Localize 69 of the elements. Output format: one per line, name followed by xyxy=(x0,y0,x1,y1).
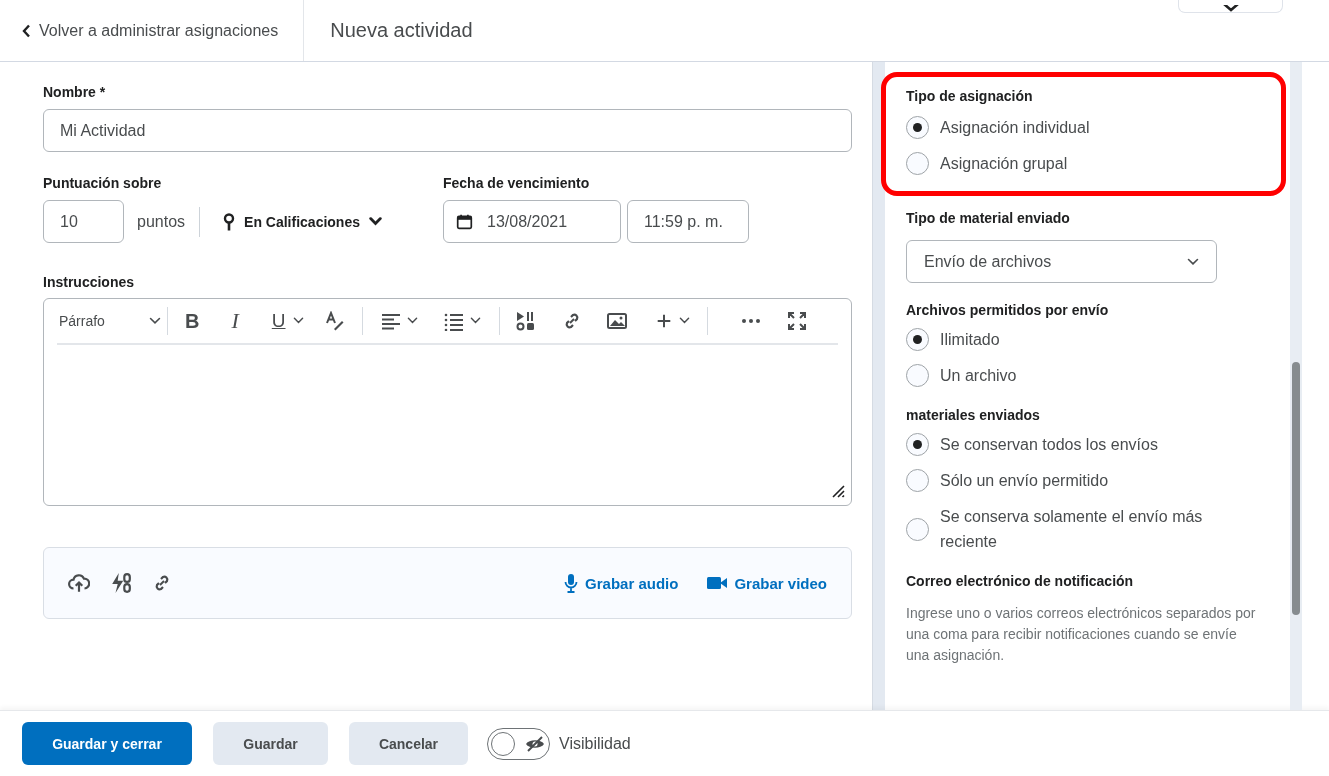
radio-option[interactable]: Un archivo xyxy=(906,363,1269,388)
scrollbar-thumb[interactable] xyxy=(1292,362,1300,615)
grades-menu[interactable]: En Calificaciones xyxy=(223,212,382,231)
media-icon[interactable] xyxy=(515,311,536,331)
rich-text-editor[interactable]: Párrafo B I U xyxy=(43,298,852,506)
section-title: Correo electrónico de notificación xyxy=(906,573,1135,589)
radio-button[interactable] xyxy=(906,116,929,139)
radio-option[interactable]: Se conserva solamente el envío más reciente xyxy=(906,504,1269,554)
video-camera-icon xyxy=(707,577,728,589)
chevron-down-icon xyxy=(406,317,418,325)
image-icon[interactable] xyxy=(606,311,627,331)
microphone-icon xyxy=(564,573,579,593)
radio-button[interactable] xyxy=(906,364,929,387)
italic-button[interactable]: I xyxy=(231,308,239,334)
radio-button[interactable] xyxy=(906,152,929,175)
field-label: Puntuación sobre xyxy=(43,175,163,191)
score-field[interactable]: 10 xyxy=(43,200,124,243)
chevron-down-icon xyxy=(369,217,382,226)
section-title: Archivos permitidos por envío xyxy=(906,302,1110,318)
unit-label: puntos xyxy=(137,212,186,231)
help-text: Ingrese uno o varios correos electrónicos separados por una coma para recibir notificaciones cuando se envíe una asignación. xyxy=(906,604,1256,665)
radio-button[interactable] xyxy=(906,433,929,456)
chevron-down-icon xyxy=(469,317,481,325)
chevron-down-icon xyxy=(678,317,690,325)
field-label: Instrucciones xyxy=(43,274,136,290)
time-field[interactable]: 11:59 p. m. xyxy=(627,200,749,243)
pin-icon xyxy=(223,212,236,231)
resize-handle-icon[interactable] xyxy=(832,485,845,498)
radio-option[interactable]: Sólo un envío permitido xyxy=(906,468,1269,493)
radio-option[interactable]: Asignación grupal xyxy=(906,151,1269,176)
underline-button[interactable]: U xyxy=(271,310,304,332)
back-link[interactable]: Volver a administrar asignaciones xyxy=(0,0,305,61)
chevron-down-icon xyxy=(1187,257,1199,266)
bold-button[interactable]: B xyxy=(185,309,200,333)
eye-slash-icon xyxy=(525,735,545,752)
radio-option[interactable]: Se conservan todos los envíos xyxy=(906,432,1269,457)
name-field[interactable]: Mi Actividad xyxy=(43,109,852,152)
radio-option[interactable]: Ilimitado xyxy=(906,327,1269,352)
chevron-left-icon xyxy=(22,23,31,38)
record-video-link[interactable]: Grabar video xyxy=(707,574,827,592)
chevron-down-icon xyxy=(149,317,161,325)
save-close-button[interactable]: Guardar y cerrar xyxy=(22,722,192,765)
quicklink-icon[interactable] xyxy=(110,572,132,594)
field-label: Fecha de vencimiento xyxy=(443,175,591,191)
section-title: materiales enviados xyxy=(906,407,1041,423)
calendar-icon[interactable] xyxy=(456,213,473,230)
fullscreen-icon[interactable] xyxy=(786,311,807,331)
field-label: Nombre * xyxy=(43,84,107,100)
chevron-down-icon xyxy=(292,317,304,325)
material-type-select[interactable]: Envío de archivos xyxy=(906,240,1217,283)
chevron-down-icon xyxy=(1221,5,1240,12)
section-title: Tipo de asignación xyxy=(906,88,1034,104)
radio-button[interactable] xyxy=(906,517,929,541)
save-button[interactable]: Guardar xyxy=(213,722,328,765)
format-dropdown[interactable]: Párrafo xyxy=(57,313,167,329)
page-title: Nueva actividad xyxy=(330,19,473,42)
visibility-label: Visibilidad xyxy=(559,734,631,753)
cancel-button[interactable]: Cancelar xyxy=(349,722,468,765)
date-field[interactable]: 13/08/2021 xyxy=(443,200,621,243)
upload-cloud-icon[interactable] xyxy=(68,572,90,594)
bulleted-list-icon[interactable] xyxy=(443,311,464,331)
dropdown-button[interactable] xyxy=(1178,0,1283,13)
radio-option[interactable]: Asignación individual xyxy=(906,115,1269,140)
radio-button[interactable] xyxy=(906,469,929,492)
text-style-icon[interactable] xyxy=(324,311,345,331)
record-audio-link[interactable]: Grabar audio xyxy=(564,573,679,593)
section-title: Tipo de material enviado xyxy=(906,210,1071,226)
align-left-icon[interactable] xyxy=(380,311,401,331)
radio-button[interactable] xyxy=(906,328,929,351)
